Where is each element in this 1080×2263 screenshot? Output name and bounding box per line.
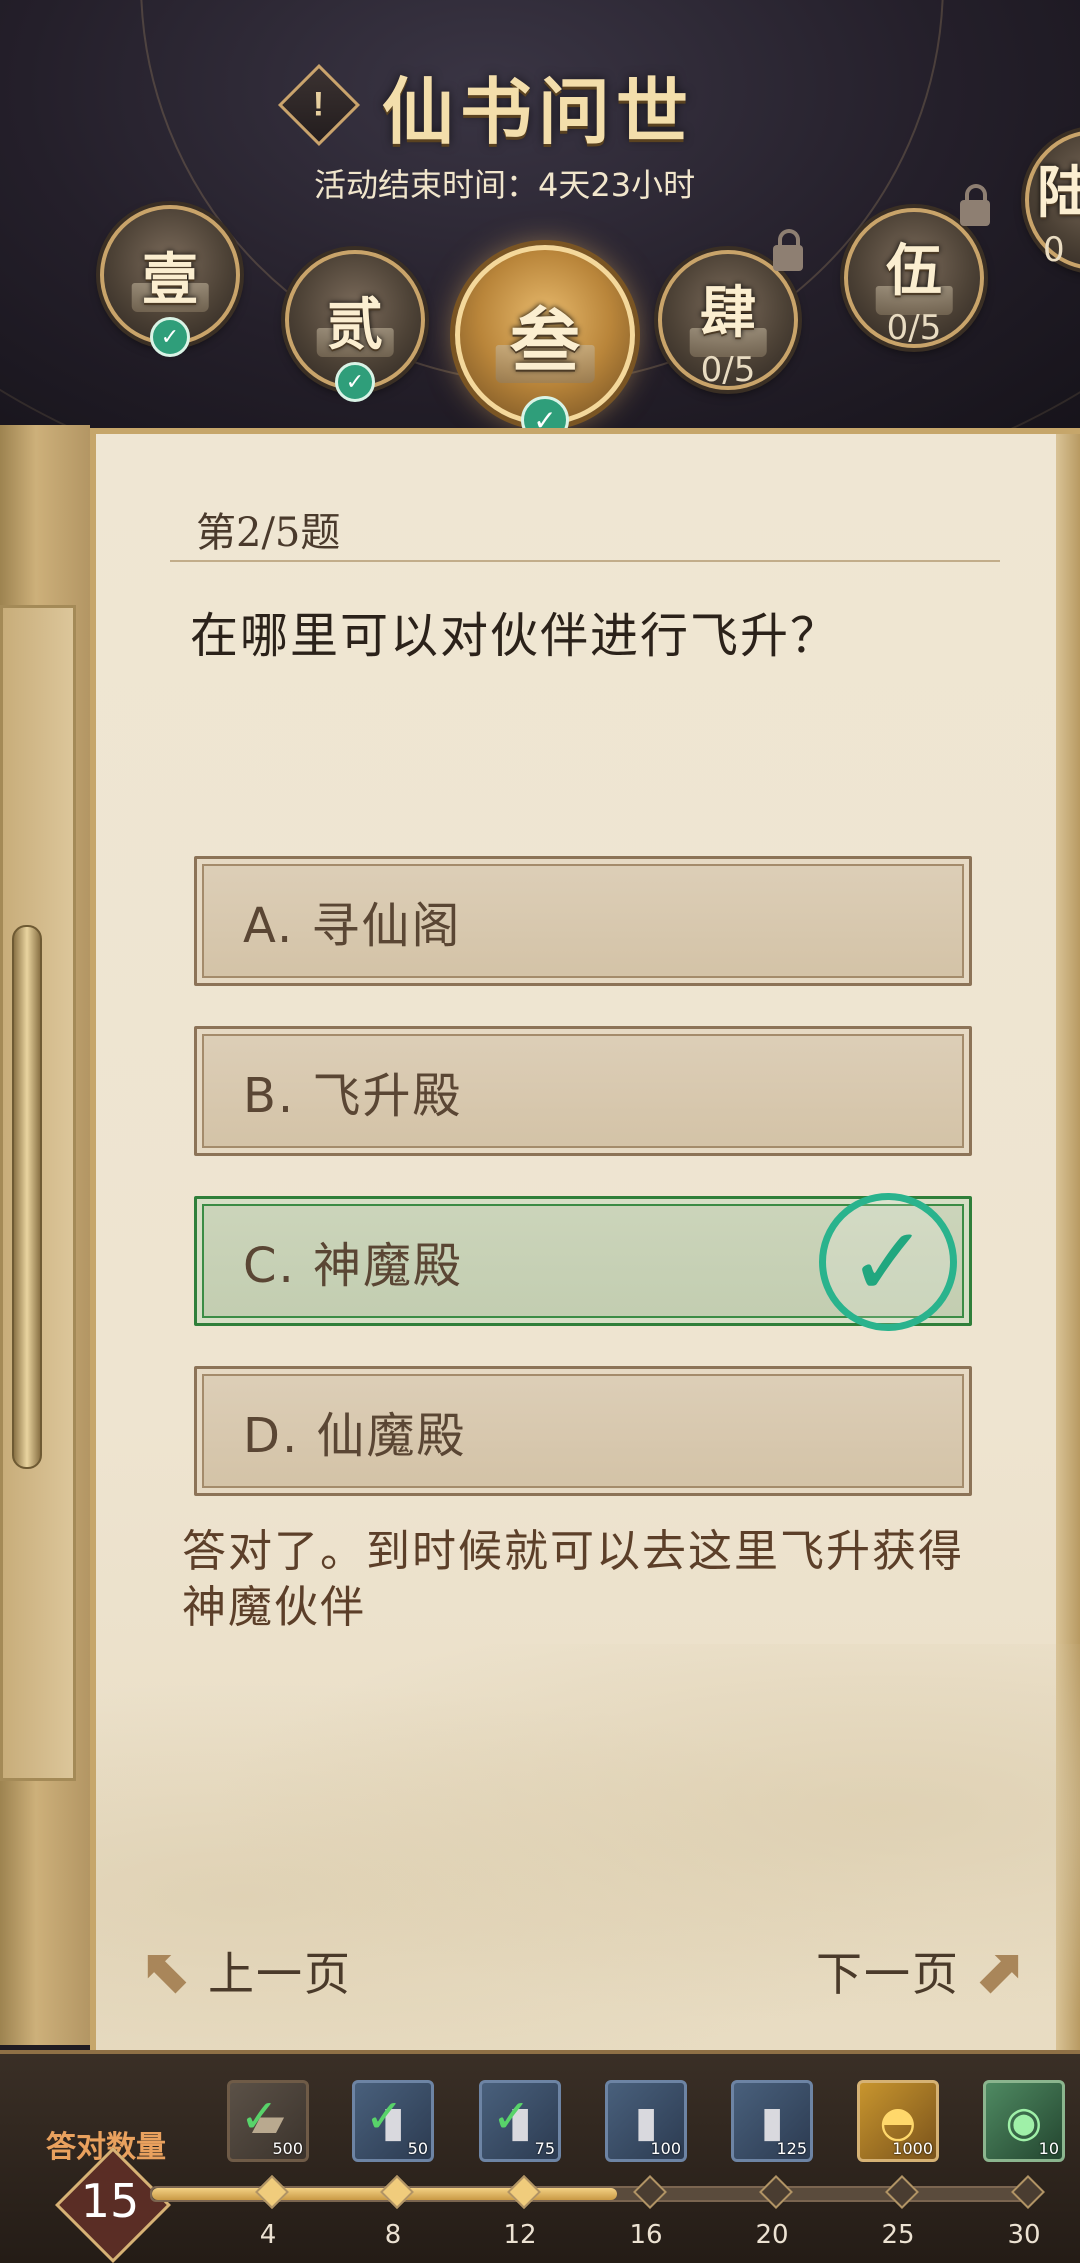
reward-item-5[interactable]: ▮ 125 xyxy=(731,2080,813,2162)
completed-check-icon: ✓ xyxy=(150,317,190,357)
milestone-label: 20 xyxy=(755,2220,789,2250)
reward-item-7[interactable]: ◉ 10 xyxy=(983,2080,1065,2162)
reward-quantity: 100 xyxy=(650,2139,681,2158)
chapter-3-glyph: 叁 xyxy=(510,298,580,382)
chapter-1-glyph: 壹 xyxy=(142,246,198,313)
option-d-button[interactable]: D. 仙魔殿 xyxy=(194,1366,972,1496)
arrow-left-icon: ⬉ xyxy=(142,1934,194,2007)
chapter-6-glyph: 陆 xyxy=(1037,159,1080,226)
claimed-check-icon: ✓ xyxy=(365,2089,404,2143)
next-page-button[interactable]: 下一页 ⬈ xyxy=(816,1934,1024,2007)
reward-bar: 答对数量 15 ▰ ✓ 500 ▮ ✓ 50 ▮ ✓ 75 ▮ 100 ▮ 125 ◓ 1000 ◉ 10 48… xyxy=(0,2050,1080,2263)
milestone-label: 25 xyxy=(881,2220,915,2250)
milestone-node xyxy=(885,2175,919,2209)
reward-quantity: 10 xyxy=(1038,2139,1059,2158)
prev-page-button[interactable]: ⬉ 上一页 xyxy=(142,1934,352,2007)
reward-quantity: 75 xyxy=(534,2139,555,2158)
option-b-button[interactable]: B. 飞升殿 xyxy=(194,1026,972,1156)
reward-item-3[interactable]: ▮ ✓ 75 xyxy=(479,2080,561,2162)
quiz-paper: 第2/5题 在哪里可以对伙伴进行飞升？ A. 寻仙阁 B. 飞升殿 C. 神魔殿… xyxy=(90,428,1080,2068)
correct-count-value: 15 xyxy=(80,2174,140,2228)
option-label: A. 寻仙阁 xyxy=(243,898,462,954)
option-label: D. 仙魔殿 xyxy=(243,1408,467,1464)
milestone-node xyxy=(633,2175,667,2209)
completed-check-icon: ✓ xyxy=(335,362,375,402)
option-a-button[interactable]: A. 寻仙阁 xyxy=(194,856,972,986)
reward-quantity: 500 xyxy=(272,2139,303,2158)
header: ! 仙书问世 活动结束时间：4天23小时 壹 ✓ 贰 ✓ 叁 ✓ 肆 0/5 伍… xyxy=(0,0,1080,440)
reward-quantity: 50 xyxy=(407,2139,428,2158)
left-scroll-decoration xyxy=(0,425,90,2045)
reward-item-1[interactable]: ▰ ✓ 500 xyxy=(227,2080,309,2162)
milestone-node xyxy=(380,2175,414,2209)
answer-feedback: 答对了。到时候就可以去这里飞升获得神魔伙伴 xyxy=(182,1526,964,1633)
chapter-2-button[interactable]: 贰 ✓ xyxy=(285,250,425,402)
page-title: 仙书问世 xyxy=(382,68,695,154)
chapter-6-progress: 0 xyxy=(1043,230,1065,270)
info-icon[interactable]: ! xyxy=(277,63,361,147)
milestone-node xyxy=(507,2175,541,2209)
milestone-label: 8 xyxy=(384,2220,402,2250)
lock-icon xyxy=(960,184,990,226)
question-text: 在哪里可以对伙伴进行飞升？ xyxy=(190,608,841,664)
claimed-check-icon: ✓ xyxy=(240,2089,279,2143)
chapter-5-glyph: 伍 xyxy=(886,237,942,304)
milestone-node xyxy=(1011,2175,1045,2209)
claimed-check-icon: ✓ xyxy=(492,2089,531,2143)
reward-item-6[interactable]: ◓ 1000 xyxy=(857,2080,939,2162)
chapter-5-button[interactable]: 伍 0/5 xyxy=(844,208,984,348)
reward-item-4[interactable]: ▮ 100 xyxy=(605,2080,687,2162)
divider xyxy=(170,560,1000,562)
milestone-node xyxy=(759,2175,793,2209)
option-c-button[interactable]: C. 神魔殿 ✓ xyxy=(194,1193,972,1331)
milestone-node xyxy=(255,2175,289,2209)
reward-item-2[interactable]: ▮ ✓ 50 xyxy=(352,2080,434,2162)
prev-page-label: 上一页 xyxy=(207,1946,352,2001)
reward-quantity: 125 xyxy=(776,2139,807,2158)
correct-check-icon: ✓ xyxy=(819,1193,957,1331)
lock-icon xyxy=(773,229,803,271)
event-timer: 活动结束时间：4天23小时 xyxy=(314,166,696,204)
chapter-1-button[interactable]: 壹 ✓ xyxy=(100,205,240,357)
info-icon-glyph: ! xyxy=(313,85,325,124)
milestone-label: 30 xyxy=(1007,2220,1041,2250)
chapter-4-glyph: 肆 xyxy=(700,279,756,346)
chapter-2-glyph: 贰 xyxy=(327,291,383,358)
chapter-5-progress: 0/5 xyxy=(886,308,942,348)
scroll-rod xyxy=(12,925,42,1469)
progress-track xyxy=(150,2175,1045,2209)
option-label: C. 神魔殿 xyxy=(243,1238,464,1294)
milestone-label: 16 xyxy=(629,2220,663,2250)
chapter-4-progress: 0/5 xyxy=(700,350,756,390)
milestone-label: 12 xyxy=(503,2220,537,2250)
milestone-label: 4 xyxy=(259,2220,277,2250)
next-page-label: 下一页 xyxy=(816,1946,960,2001)
jade-dragon-icon: ◉ xyxy=(1005,2096,1043,2146)
arrow-right-icon: ⬈ xyxy=(972,1934,1024,2007)
option-label: B. 飞升殿 xyxy=(243,1068,463,1124)
chapter-4-button[interactable]: 肆 0/5 xyxy=(658,250,798,390)
question-number: 第2/5题 xyxy=(196,510,341,556)
chapter-3-button[interactable]: 叁 ✓ xyxy=(455,245,635,440)
title-row: ! 仙书问世 xyxy=(277,60,694,154)
reward-quantity: 1000 xyxy=(892,2139,933,2158)
